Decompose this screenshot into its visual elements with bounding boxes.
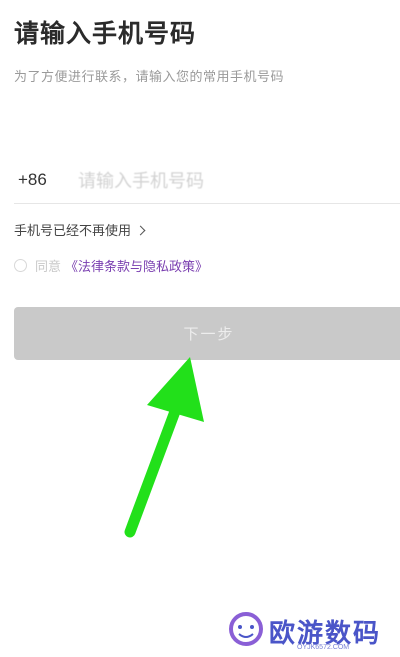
watermark: 欧游数码 OYJK6572.COM	[205, 605, 400, 657]
watermark-url: OYJK6572.COM	[297, 644, 350, 651]
arrow-shaft	[124, 392, 186, 538]
green-arrow-annotation	[124, 357, 204, 538]
watermark-logo-icon	[229, 612, 263, 646]
arrow-head	[147, 357, 204, 422]
phone-login-screen: 请输入手机号码 为了方便进行联系，请输入您的常用手机号码 +86 手机号已经不再…	[0, 0, 400, 657]
